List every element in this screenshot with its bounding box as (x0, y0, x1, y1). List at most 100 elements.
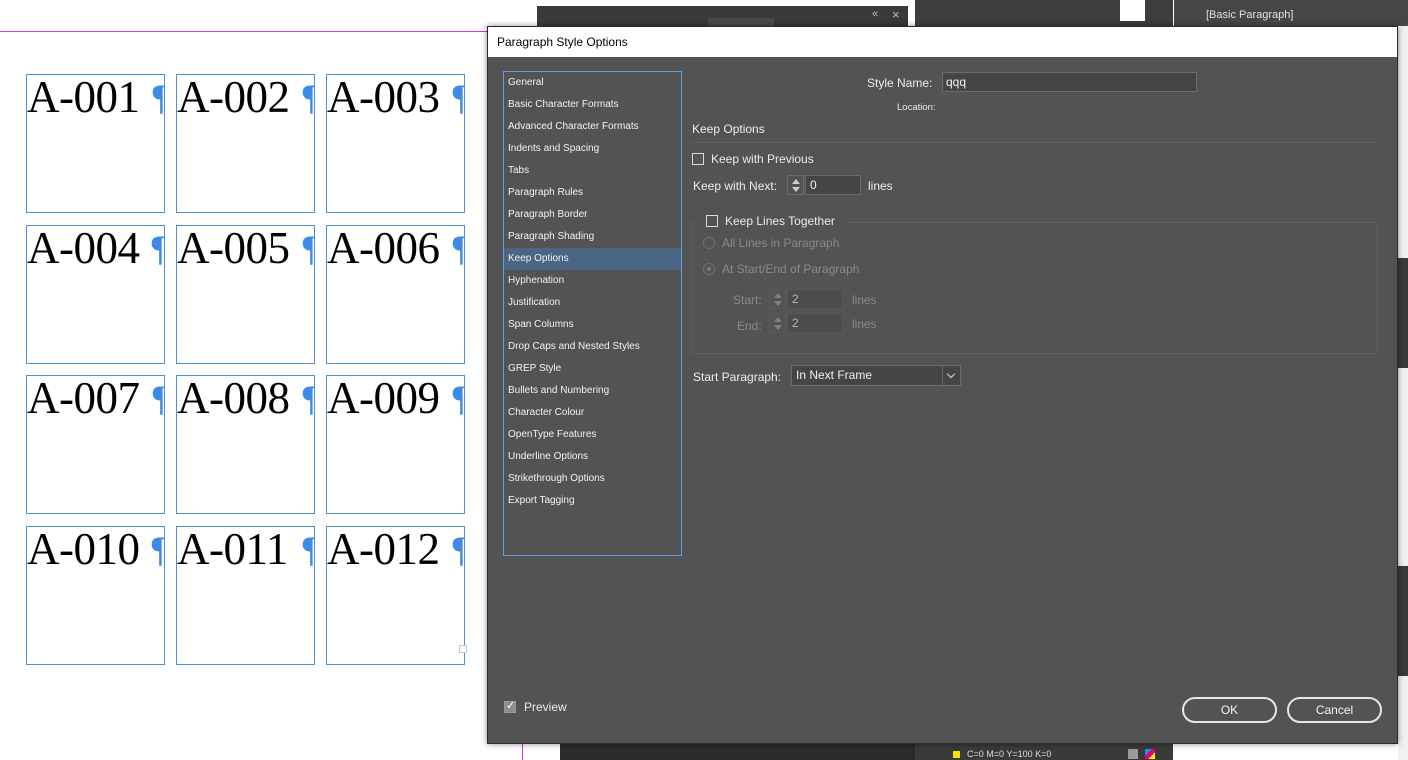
text-frame[interactable]: A-005 ¶ (176, 224, 315, 364)
pilcrow-icon: ¶ (451, 380, 464, 416)
pilcrow-icon: ¶ (451, 79, 464, 115)
frame-text: A-002 (177, 74, 290, 122)
category-item[interactable]: Paragraph Border (504, 204, 681, 226)
text-frame[interactable]: A-011 ¶ (176, 525, 315, 665)
category-item[interactable]: Paragraph Shading (504, 226, 681, 248)
pilcrow-icon: ¶ (301, 531, 314, 567)
text-frame[interactable]: A-002 ¶ (176, 74, 315, 213)
category-item[interactable]: General (504, 72, 681, 94)
keep-with-next-stepper[interactable]: 0 (787, 175, 861, 195)
category-item[interactable]: OpenType Features (504, 424, 681, 446)
at-start-end-radio[interactable] (703, 263, 715, 275)
ok-button[interactable]: OK (1182, 697, 1277, 723)
end-stepper[interactable]: 2 (769, 313, 843, 333)
category-item[interactable]: Bullets and Numbering (504, 380, 681, 402)
category-item[interactable]: Tabs (504, 160, 681, 182)
stepper-arrows-icon[interactable] (769, 313, 786, 333)
section-title: Keep Options (692, 122, 765, 136)
swatch-white[interactable] (1120, 0, 1145, 21)
cmyk-mode-icon (1145, 749, 1155, 759)
stepper-arrows-icon[interactable] (769, 289, 786, 309)
category-item[interactable]: Span Columns (504, 314, 681, 336)
start-paragraph-select[interactable]: In Next Frame (791, 365, 961, 386)
panel-bottom-strip (560, 743, 915, 760)
frame-out-port[interactable] (459, 645, 467, 653)
all-lines-radio[interactable] (703, 237, 715, 249)
frame-text: A-001 (27, 74, 140, 122)
pilcrow-icon: ¶ (150, 531, 164, 567)
text-frame[interactable]: A-007 ¶ (26, 375, 165, 514)
dialog-title[interactable]: Paragraph Style Options (488, 27, 1397, 57)
swatch-name[interactable]: C=0 M=0 Y=100 K=0 (967, 749, 1051, 759)
pilcrow-icon: ¶ (151, 380, 164, 416)
preview-label: Preview (524, 700, 567, 714)
category-item[interactable]: Basic Character Formats (504, 94, 681, 116)
category-item[interactable]: Indents and Spacing (504, 138, 681, 160)
keep-with-next-input[interactable]: 0 (805, 175, 861, 195)
keep-with-previous-checkbox[interactable] (692, 153, 704, 165)
pilcrow-icon: ¶ (301, 380, 314, 416)
frame-text: A-007 (27, 375, 140, 423)
style-name-label: Style Name: (867, 76, 933, 90)
paragraph-style-options-dialog: Paragraph Style Options General Basic Cha… (487, 26, 1398, 744)
category-item[interactable]: GREP Style (504, 358, 681, 380)
frame-text: A-009 (327, 375, 440, 423)
paragraph-style-item[interactable]: [Basic Paragraph] (1206, 9, 1293, 21)
text-frame[interactable]: A-001 ¶ (26, 74, 165, 213)
text-frame[interactable]: A-003 ¶ (326, 74, 465, 213)
pilcrow-icon: ¶ (451, 531, 464, 567)
toolbar-strip-1 (1398, 258, 1408, 368)
category-item[interactable]: Export Tagging (504, 490, 681, 512)
close-panel-icon[interactable]: × (892, 7, 900, 22)
frame-text: A-011 (177, 525, 288, 574)
start-paragraph-label: Start Paragraph: (693, 370, 782, 384)
category-item[interactable]: Justification (504, 292, 681, 314)
start-stepper[interactable]: 2 (769, 289, 843, 309)
category-item[interactable]: Drop Caps and Nested Styles (504, 336, 681, 358)
pilcrow-icon: ¶ (150, 230, 164, 266)
text-frame[interactable]: A-010 ¶ (26, 525, 165, 665)
category-list[interactable]: General Basic Character Formats Advanced C… (503, 71, 682, 556)
toolbar-strip-2 (1398, 566, 1408, 676)
pilcrow-icon: ¶ (301, 79, 314, 115)
collapse-panel-icon[interactable]: « (872, 8, 878, 20)
keep-lines-together-label: Keep Lines Together (725, 214, 835, 228)
frame-text: A-008 (177, 375, 290, 423)
pilcrow-icon: ¶ (301, 230, 314, 266)
cancel-button[interactable]: Cancel (1287, 697, 1382, 723)
category-item[interactable]: Keep Options (504, 248, 681, 270)
stepper-arrows-icon[interactable] (787, 175, 804, 195)
location-label: Location: (897, 102, 936, 113)
text-frame[interactable]: A-008 ¶ (176, 375, 315, 514)
group-legend: Keep Lines Together (700, 212, 846, 232)
text-frame[interactable]: A-009 ¶ (326, 375, 465, 514)
swatches-panel-top (915, 0, 1173, 26)
style-name-input[interactable]: qqq (942, 72, 1197, 92)
section-divider (692, 142, 1378, 143)
text-frame[interactable]: A-004 ¶ (26, 224, 165, 364)
keep-with-previous-label: Keep with Previous (711, 152, 814, 166)
keep-with-next-label: Keep with Next: (693, 179, 778, 193)
category-item[interactable]: Underline Options (504, 446, 681, 468)
category-item[interactable]: Character Colour (504, 402, 681, 424)
start-paragraph-value: In Next Frame (796, 368, 873, 382)
yellow-swatch-icon (953, 751, 960, 758)
frame-text: A-005 (177, 224, 290, 273)
category-item[interactable]: Advanced Character Formats (504, 116, 681, 138)
pilcrow-icon: ¶ (151, 79, 164, 115)
at-start-end-label: At Start/End of Paragraph (722, 262, 860, 276)
category-item[interactable]: Strikethrough Options (504, 468, 681, 490)
text-frame[interactable]: A-012 ¶ (326, 525, 465, 665)
category-item[interactable]: Hyphenation (504, 270, 681, 292)
preview-checkbox[interactable]: ✓ (504, 700, 516, 713)
start-input[interactable]: 2 (787, 289, 843, 309)
end-input[interactable]: 2 (787, 313, 843, 333)
dropdown-button[interactable] (942, 366, 960, 385)
margin-guide (0, 31, 488, 32)
keep-lines-together-checkbox[interactable] (706, 215, 718, 227)
end-label: End: (737, 319, 762, 333)
checkmark-icon: ✓ (506, 700, 516, 712)
pilcrow-icon: ¶ (451, 230, 464, 266)
text-frame[interactable]: A-006 ¶ (326, 224, 465, 364)
category-item[interactable]: Paragraph Rules (504, 182, 681, 204)
